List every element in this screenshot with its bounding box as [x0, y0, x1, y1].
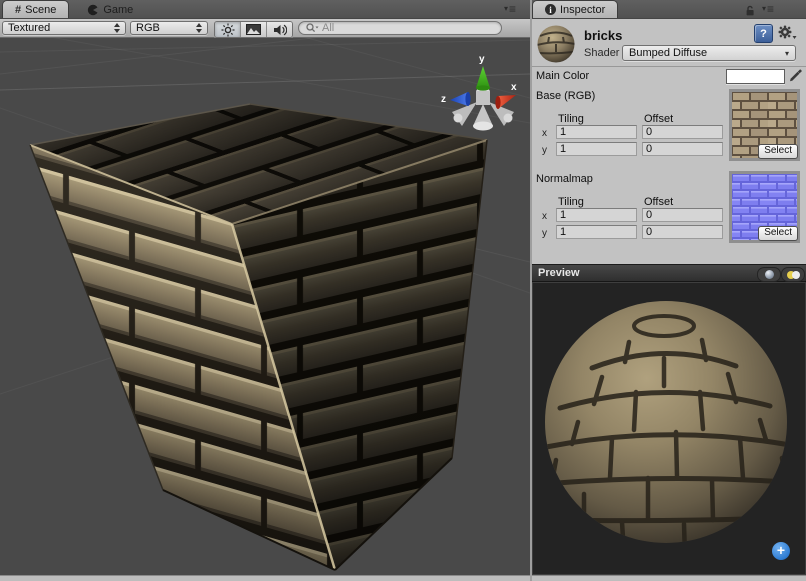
preview-lighting-toggle[interactable] — [781, 267, 805, 282]
material-name: bricks — [584, 28, 622, 43]
normalmap-select-button[interactable]: Select — [758, 226, 798, 241]
base-texture-select-button[interactable]: Select — [758, 144, 798, 159]
scene-pane-menu-icon[interactable]: ▾≡ — [504, 4, 516, 14]
scene-toggle-group — [214, 21, 293, 38]
base-x-row-label: x — [542, 128, 547, 139]
grid-icon: # — [15, 4, 21, 16]
gizmo-y-label: y — [479, 54, 485, 65]
scene-tabstrip: # Scene Game ▾≡ — [0, 0, 530, 19]
scene-toolbar: Textured RGB — [0, 19, 530, 38]
normalmap-offset-y-field[interactable] — [642, 225, 723, 239]
sphere-icon — [765, 270, 774, 279]
normalmap-tiling-x-field[interactable] — [556, 208, 637, 222]
color-channel-value: RGB — [136, 22, 160, 34]
image-icon — [246, 24, 261, 35]
preview-header[interactable]: Preview — [532, 264, 806, 282]
tab-game[interactable]: Game — [75, 1, 145, 18]
tab-inspector-label: Inspector — [560, 4, 605, 16]
normalmap-thumbnail[interactable]: Select — [729, 171, 800, 243]
render-mode-value: Textured — [8, 22, 50, 34]
brick-cube[interactable] — [30, 104, 487, 570]
tab-inspector[interactable]: i Inspector — [532, 0, 618, 18]
updown-arrows-icon — [114, 23, 120, 33]
base-tiling-label: Tiling — [558, 113, 584, 125]
sun-icon — [221, 23, 235, 37]
preview-model-toggle[interactable] — [757, 267, 781, 282]
help-button[interactable]: ? — [754, 24, 773, 43]
eyedropper-icon[interactable] — [789, 68, 803, 88]
lighting-toggle-button[interactable] — [215, 22, 241, 37]
material-header: bricks Shader ? — [532, 19, 806, 67]
tab-scene-label: Scene — [25, 4, 56, 16]
plus-icon: + — [777, 542, 785, 558]
normalmap-label: Normalmap — [536, 173, 593, 185]
preview-title: Preview — [538, 267, 580, 279]
inspector-tabstrip: i Inspector ▾≡ — [532, 0, 806, 19]
updown-arrows-icon — [196, 23, 202, 33]
audio-toggle-button[interactable] — [267, 22, 292, 37]
preview-zoom-button[interactable]: + — [772, 542, 790, 560]
render-mode-dropdown[interactable]: Textured — [2, 21, 126, 35]
inspector-pane: i Inspector ▾≡ — [532, 0, 806, 581]
material-properties: Main Color Base (RGB) — [532, 67, 806, 264]
shader-value: Bumped Diffuse — [629, 47, 707, 59]
gizmo-z-label: z — [441, 94, 446, 105]
scene-viewport[interactable]: y z x — [0, 38, 530, 575]
tab-game-label: Game — [103, 4, 133, 16]
base-y-row-label: y — [542, 145, 547, 156]
info-icon: i — [545, 4, 556, 15]
base-tiling-x-field[interactable] — [556, 125, 637, 139]
tab-scene[interactable]: # Scene — [2, 0, 69, 18]
search-icon — [306, 23, 319, 33]
base-texture-thumbnail[interactable]: Select — [729, 89, 800, 161]
chevron-down-icon: ▾ — [785, 49, 789, 58]
preview-sphere — [533, 283, 805, 574]
gizmo-x-label: x — [511, 82, 517, 93]
unity-editor-window: # Scene Game ▾≡ Textured — [0, 0, 806, 581]
normalmap-tiling-label: Tiling — [558, 196, 584, 208]
search-input[interactable] — [322, 22, 494, 34]
game-icon — [87, 4, 99, 16]
speaker-icon — [273, 24, 287, 36]
gizmo-x-axis[interactable] — [495, 95, 516, 109]
scene-bottom-strip — [0, 575, 530, 581]
base-offset-label: Offset — [644, 113, 673, 125]
scene-3d-view: y z x — [0, 38, 530, 575]
material-preview-sphere — [536, 24, 576, 69]
color-channel-dropdown[interactable]: RGB — [130, 21, 208, 35]
scene-search-field[interactable] — [298, 21, 502, 35]
main-color-swatch[interactable] — [726, 69, 785, 84]
skybox-toggle-button[interactable] — [241, 22, 267, 37]
gear-icon[interactable] — [777, 25, 797, 46]
scene-pane: # Scene Game ▾≡ Textured — [0, 0, 530, 581]
inspector-bottom-strip — [532, 575, 806, 581]
shader-dropdown[interactable]: Bumped Diffuse ▾ — [622, 45, 796, 61]
preview-viewport[interactable]: + — [532, 282, 806, 575]
base-offset-x-field[interactable] — [642, 125, 723, 139]
normalmap-y-row-label: y — [542, 228, 547, 239]
shader-label: Shader — [584, 47, 619, 59]
base-offset-y-field[interactable] — [642, 142, 723, 156]
normalmap-tiling-y-field[interactable] — [556, 225, 637, 239]
base-texture-label: Base (RGB) — [536, 90, 595, 102]
normalmap-offset-x-field[interactable] — [642, 208, 723, 222]
base-tiling-y-field[interactable] — [556, 142, 637, 156]
gizmo-y-axis[interactable] — [476, 66, 490, 91]
gizmo-z-axis[interactable] — [450, 92, 471, 106]
main-color-label: Main Color — [536, 70, 589, 82]
normalmap-x-row-label: x — [542, 211, 547, 222]
inspector-pane-menu-icon[interactable]: ▾≡ — [762, 4, 774, 14]
light-white-icon — [792, 271, 800, 279]
scene-gizmo[interactable]: y z x — [441, 54, 517, 131]
normalmap-offset-label: Offset — [644, 196, 673, 208]
